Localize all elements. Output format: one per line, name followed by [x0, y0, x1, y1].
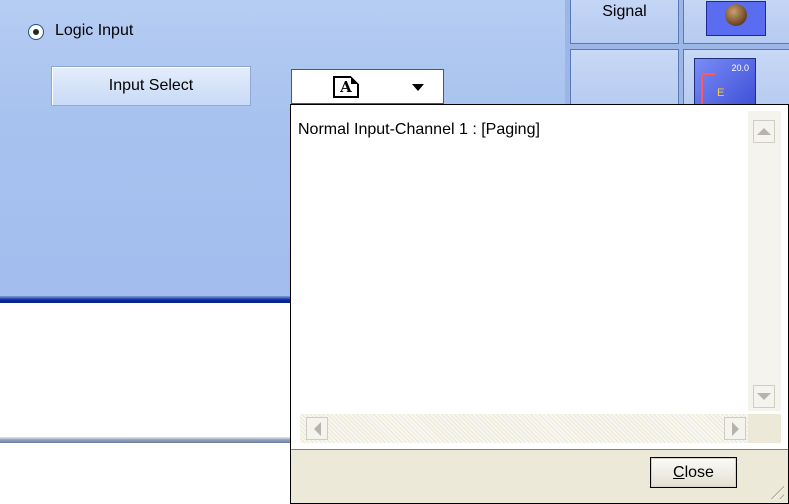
scroll-down-button[interactable] [753, 385, 775, 408]
meter-tile-button[interactable]: 20.0 E [683, 49, 789, 109]
knob-icon [725, 4, 747, 26]
close-button[interactable]: Close [650, 457, 737, 488]
blank-tile-button[interactable] [570, 49, 679, 109]
arrow-up-icon [757, 128, 771, 135]
logic-input-radio[interactable] [28, 24, 44, 40]
arrow-right-icon [731, 421, 739, 436]
input-select-label: Input Select [108, 77, 194, 94]
close-mnemonic: C [673, 463, 685, 481]
font-select-combo[interactable]: A [291, 69, 444, 104]
signal-tile-button[interactable]: Signal [570, 0, 679, 44]
toolbar-tiles: Signal 20.0 E [565, 0, 789, 110]
meter-value: 20.0 [731, 63, 749, 73]
knob-tile-button[interactable] [683, 0, 789, 44]
signal-label: Signal [602, 3, 647, 20]
radio-selected-dot [33, 29, 39, 35]
arrow-down-icon [757, 393, 771, 400]
scroll-corner [748, 414, 781, 443]
horizontal-scrollbar[interactable] [300, 414, 748, 443]
logic-input-label[interactable]: Logic Input [55, 22, 133, 40]
scroll-right-button[interactable] [724, 417, 746, 440]
list-item[interactable]: Normal Input-Channel 1 : [Paging] [298, 121, 540, 139]
scroll-up-button[interactable] [753, 120, 775, 143]
close-label-rest: lose [684, 463, 714, 481]
scroll-left-button[interactable] [306, 417, 328, 440]
font-glyph-letter: A [340, 78, 352, 96]
knob-icon-frame [706, 1, 766, 36]
input-select-button[interactable]: Input Select [51, 66, 251, 106]
input-channel-popup: Normal Input-Channel 1 : [Paging] Close [290, 104, 789, 504]
meter-letter: E [717, 87, 725, 99]
font-document-icon: A [333, 76, 359, 98]
resize-grip-icon[interactable] [766, 481, 784, 499]
meter-bracket-icon [701, 73, 715, 107]
arrow-left-icon [313, 421, 321, 436]
input-channel-list[interactable]: Normal Input-Channel 1 : [Paging] [291, 105, 788, 450]
level-meter-icon: 20.0 E [694, 58, 756, 108]
chevron-down-icon[interactable] [412, 84, 424, 91]
vertical-scrollbar[interactable] [748, 111, 781, 411]
